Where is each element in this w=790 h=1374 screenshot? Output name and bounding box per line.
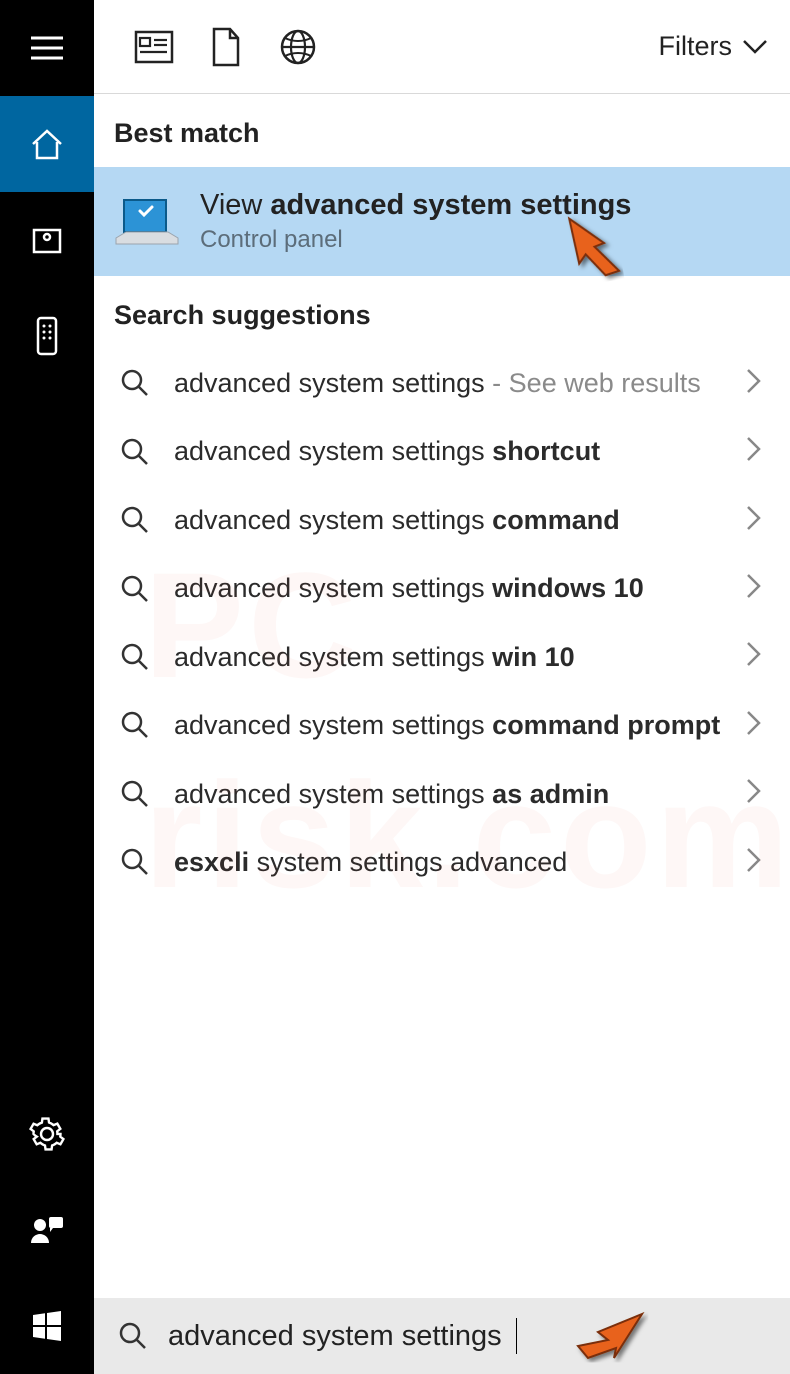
suggestion-text: advanced system settings win 10 (174, 639, 724, 675)
left-rail (0, 0, 94, 1374)
suggestion-item[interactable]: advanced system settings win 10 (94, 623, 790, 691)
globe-icon (279, 28, 317, 66)
settings-button[interactable] (0, 1086, 94, 1182)
document-icon (210, 27, 242, 67)
suggestion-item[interactable]: esxcli system settings advanced (94, 828, 790, 896)
home-icon (29, 126, 65, 162)
suggestion-item[interactable]: advanced system settings shortcut (94, 417, 790, 485)
chevron-right-icon (746, 847, 770, 878)
chevron-right-icon (746, 505, 770, 536)
search-icon (118, 368, 152, 398)
search-query[interactable]: advanced system settings (168, 1320, 502, 1353)
hamburger-icon (29, 34, 65, 62)
filters-dropdown[interactable]: Filters (659, 31, 781, 62)
search-icon (118, 779, 152, 809)
chevron-right-icon (746, 573, 770, 604)
chevron-right-icon (746, 641, 770, 672)
chevron-right-icon (746, 436, 770, 467)
remote-button[interactable] (0, 288, 94, 384)
chevron-right-icon (746, 710, 770, 741)
best-match-text: View advanced system settings Control pa… (200, 189, 631, 254)
control-panel-icon (114, 198, 178, 246)
windows-icon (30, 1309, 64, 1343)
home-button[interactable] (0, 96, 94, 192)
camera-icon (31, 224, 63, 256)
scope-documents-button[interactable] (190, 27, 262, 67)
suggestion-text: advanced system settings as admin (174, 776, 724, 812)
menu-button[interactable] (0, 0, 94, 96)
suggestion-text: advanced system settings command prompt (174, 707, 724, 743)
start-button[interactable] (0, 1278, 94, 1374)
search-icon (118, 574, 152, 604)
suggestion-text: esxcli system settings advanced (174, 844, 724, 880)
search-icon (118, 505, 152, 535)
scope-apps-button[interactable] (118, 30, 190, 64)
suggestion-text: advanced system settings windows 10 (174, 570, 724, 606)
remote-icon (35, 316, 59, 356)
best-match-subtitle: Control panel (200, 226, 631, 254)
camera-button[interactable] (0, 192, 94, 288)
text-caret (516, 1318, 517, 1354)
filters-label: Filters (659, 31, 733, 62)
annotation-arrow-2 (564, 1294, 654, 1374)
best-match-title: View advanced system settings (200, 189, 631, 222)
suggestion-text: advanced system settings shortcut (174, 433, 724, 469)
apps-icon (134, 30, 174, 64)
suggestion-item[interactable]: advanced system settings windows 10 (94, 554, 790, 622)
best-match-result[interactable]: View advanced system settings Control pa… (94, 167, 790, 276)
gear-icon (29, 1116, 65, 1152)
feedback-button[interactable] (0, 1182, 94, 1278)
suggestion-item[interactable]: advanced system settings as admin (94, 760, 790, 828)
chevron-down-icon (742, 39, 768, 55)
search-icon (118, 1321, 148, 1351)
suggestion-text: advanced system settings command (174, 502, 724, 538)
search-icon (118, 710, 152, 740)
suggestion-text: advanced system settings - See web resul… (174, 365, 724, 401)
suggestions-header: Search suggestions (94, 276, 790, 349)
search-bar[interactable]: advanced system settings (94, 1298, 790, 1374)
suggestion-item[interactable]: advanced system settings - See web resul… (94, 349, 790, 417)
search-icon (118, 847, 152, 877)
suggestion-item[interactable]: advanced system settings command (94, 486, 790, 554)
scope-bar: Filters (94, 0, 790, 94)
scope-web-button[interactable] (262, 28, 334, 66)
person-feedback-icon (29, 1213, 65, 1247)
chevron-right-icon (746, 368, 770, 399)
search-icon (118, 642, 152, 672)
suggestion-item[interactable]: advanced system settings command prompt (94, 691, 790, 759)
chevron-right-icon (746, 778, 770, 809)
search-icon (118, 437, 152, 467)
best-match-header: Best match (94, 94, 790, 167)
search-panel: PCrisk.com Filters Best match (94, 0, 790, 1374)
suggestions-list: advanced system settings - See web resul… (94, 349, 790, 897)
